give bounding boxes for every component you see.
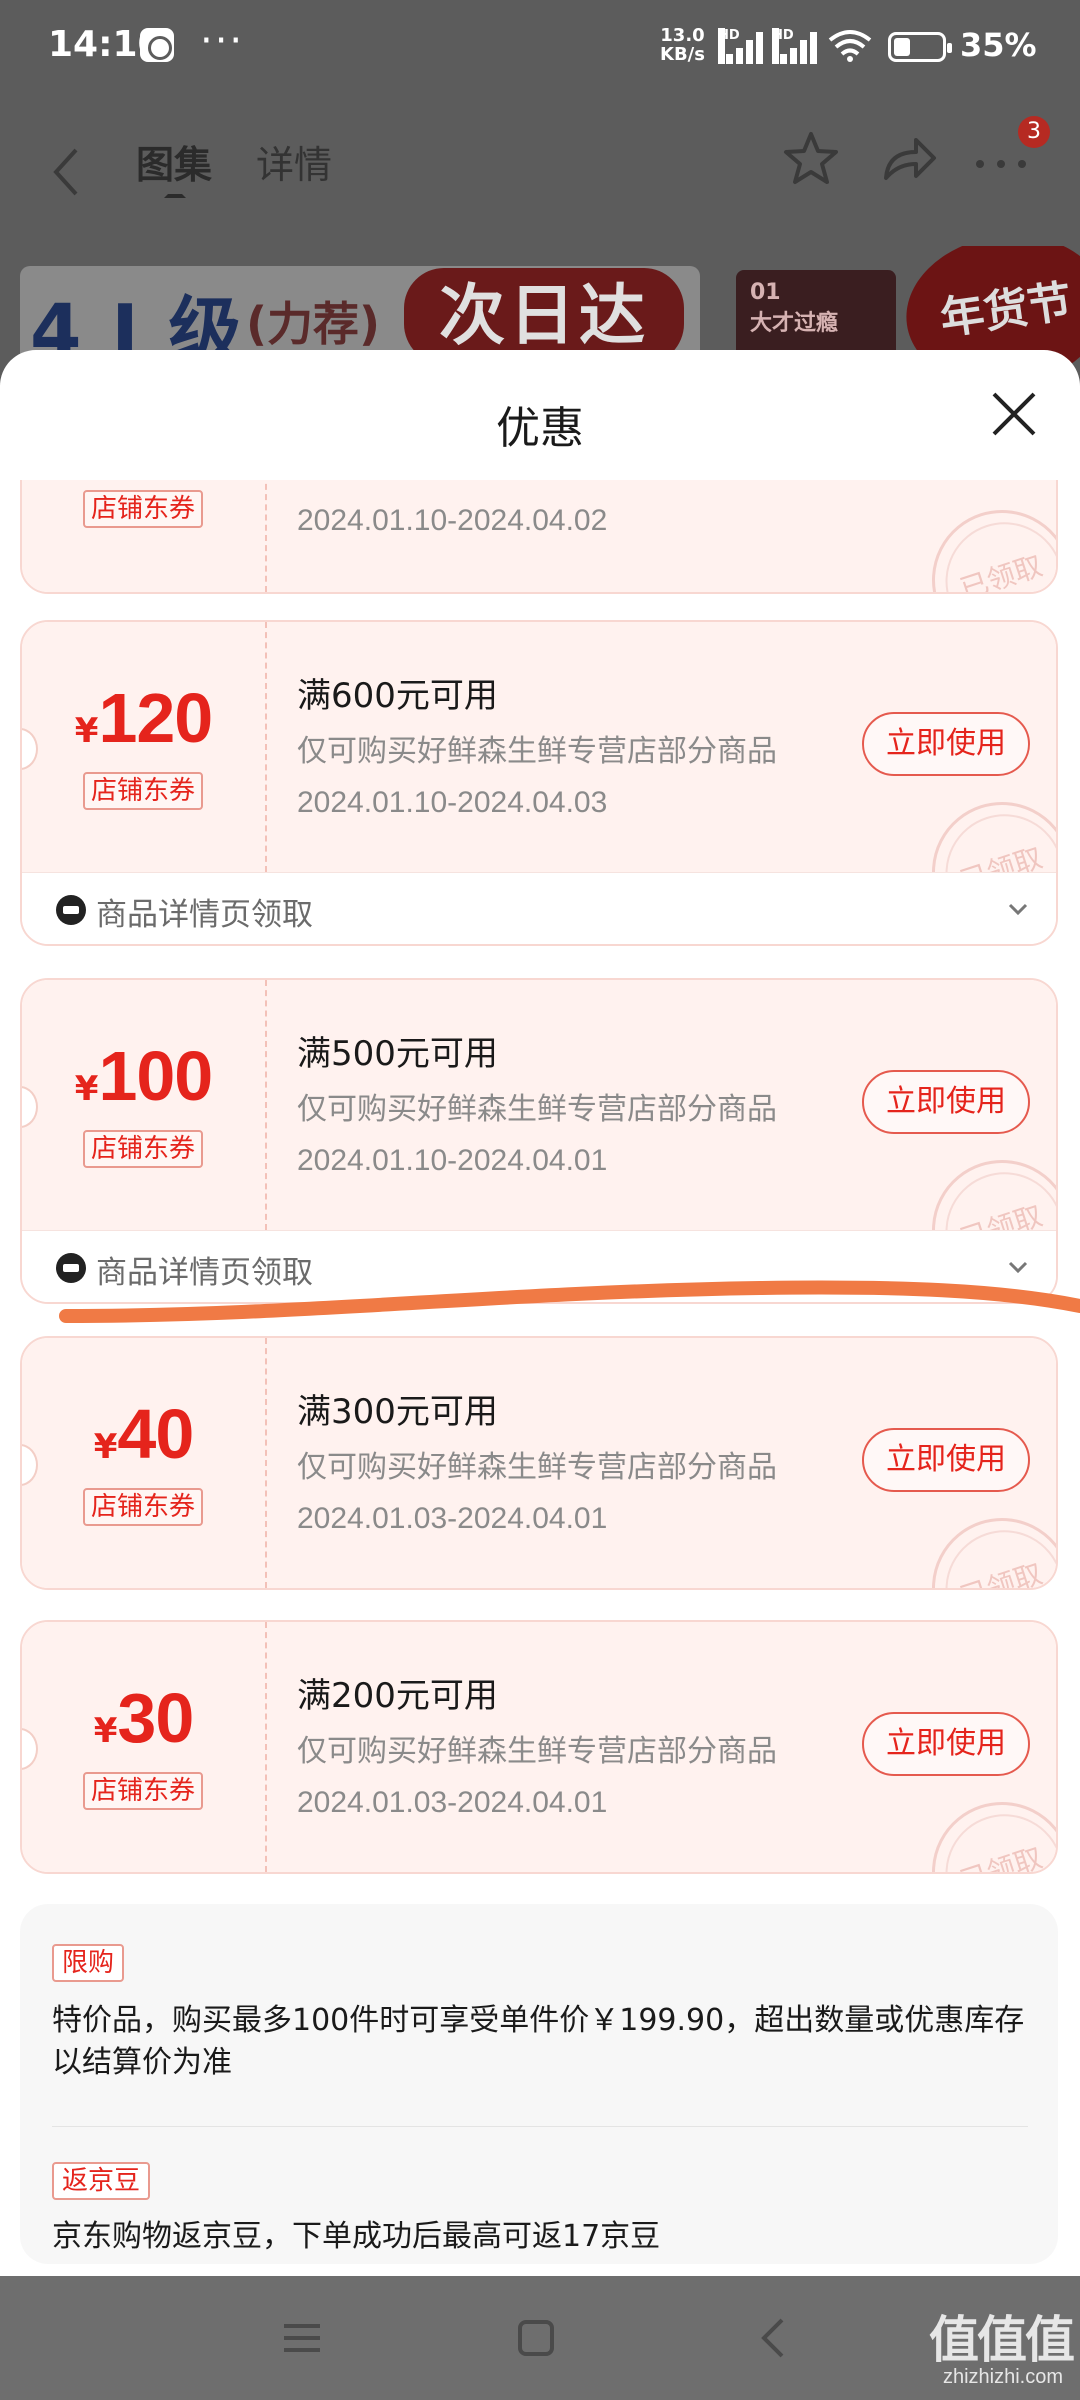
network-speed-unit: KB/s [660, 44, 705, 65]
menu-icon[interactable] [274, 2310, 330, 2366]
use-now-button[interactable]: 立即使用 [862, 1712, 1030, 1776]
promo-info-card: 限购 特价品，购买最多100件时可享受单件价￥199.90，超出数量或优惠库存以… [20, 1904, 1058, 2264]
coupon-condition: 满600元可用 [297, 676, 498, 716]
favorite-star-icon[interactable] [776, 124, 846, 194]
sheet-title: 优惠 [496, 403, 584, 454]
alarm-clock-icon [140, 28, 174, 62]
network-speed-value: 13.0 [660, 25, 705, 46]
tab-active-indicator [164, 188, 186, 198]
coupon-card: ¥30 店铺东券 满200元可用 仅可购买好鲜森生鲜专营店部分商品 2024.0… [20, 1620, 1058, 1874]
currency-symbol: ¥ [74, 1069, 99, 1109]
coupon-date: 2024.01.03-2024.04.01 [297, 1502, 608, 1535]
watermark-logo: 值值值 [929, 2311, 1075, 2369]
hd-label-1: HD [718, 28, 740, 64]
currency-symbol: ¥ [93, 1427, 118, 1467]
home-icon[interactable] [508, 2310, 564, 2366]
coupon-date: 2024.01.03-2024.04.01 [297, 1786, 608, 1819]
chevron-down-icon[interactable] [1006, 897, 1030, 921]
ticket-icon [56, 895, 86, 925]
more-notifications-icon: ··· [200, 18, 245, 64]
coupon-divider [265, 480, 267, 592]
close-icon[interactable] [984, 384, 1044, 444]
share-icon[interactable] [872, 124, 942, 194]
cell-signal-2-icon: HD [772, 28, 818, 64]
coupon-condition: 满200元可用 [297, 1676, 498, 1716]
back-arrow-icon[interactable] [40, 132, 94, 212]
coupon-date: 2024.01.10-2024.04.03 [297, 786, 608, 819]
limit-text: 特价品，购买最多100件时可享受单件价￥199.90，超出数量或优惠库存以结算价… [52, 2003, 1025, 2080]
coupon-scope: 仅可购买好鲜森生鲜专营店部分商品 [297, 1734, 777, 1769]
coupon-scope: 仅可购买好鲜森生鲜专营店部分商品 [297, 1450, 777, 1485]
cell-signal-1-icon: HD [718, 28, 764, 64]
bean-tag: 返京豆 [52, 2162, 151, 2200]
currency-symbol: ¥ [74, 711, 99, 751]
use-now-button[interactable]: 立即使用 [862, 1428, 1030, 1492]
info-divider [52, 2126, 1028, 2127]
coupon-amount: ¥40 [22, 1394, 265, 1474]
coupon-card: 店铺东券 2024.01.10-2024.04.02 已领取 [20, 480, 1058, 594]
banner-right-number: 01 [750, 280, 781, 305]
discount-sheet: 优惠 店铺东券 2024.01.10-2024.04.02 已领取 ¥120 店… [0, 350, 1080, 2276]
coupon-scope: 仅可购买好鲜森生鲜专营店部分商品 [297, 734, 777, 769]
amount-value: 100 [98, 1037, 213, 1115]
banner-recommend-text: (力荐) [246, 297, 381, 351]
coupon-list[interactable]: 店铺东券 2024.01.10-2024.04.02 已领取 ¥120 店铺东券… [0, 480, 1080, 2276]
battery-percent: 35% [960, 26, 1037, 64]
use-now-button[interactable]: 立即使用 [862, 1070, 1030, 1134]
coupon-source-text: 商品详情页领取 [96, 897, 313, 933]
tab-details[interactable]: 详情 [256, 134, 332, 189]
banner-right-text: 大才过瘾 [750, 311, 839, 336]
chevron-down-icon[interactable] [1006, 1255, 1030, 1279]
annotation-stroke [59, 1280, 1080, 1323]
amount-value: 40 [117, 1395, 194, 1473]
coupon-card: ¥40 店铺东券 满300元可用 仅可购买好鲜森生鲜专营店部分商品 2024.0… [20, 1336, 1058, 1590]
ticket-icon [56, 1253, 86, 1283]
hd-label-2: HD [772, 28, 794, 64]
coupon-amount: ¥100 [22, 1036, 265, 1116]
coupon-source-row[interactable]: 商品详情页领取 [22, 872, 1056, 944]
coupon-card: ¥120 店铺东券 满600元可用 仅可购买好鲜森生鲜专营店部分商品 2024.… [20, 620, 1058, 946]
amount-value: 120 [98, 679, 213, 757]
coupon-condition: 满500元可用 [297, 1034, 498, 1074]
notification-badge: 3 [1018, 116, 1050, 148]
coupon-condition: 满300元可用 [297, 1392, 498, 1432]
product-nav-bar: 图集 详情 3 [0, 96, 1080, 246]
coupon-scope: 仅可购买好鲜森生鲜专营店部分商品 [297, 1092, 777, 1127]
system-nav-bar [0, 2276, 1080, 2400]
coupon-type-tag: 店铺东券 [83, 772, 203, 810]
coupon-divider [265, 1622, 267, 1872]
back-icon[interactable] [746, 2310, 802, 2366]
coupon-amount: ¥120 [22, 678, 265, 758]
tab-gallery[interactable]: 图集 [136, 134, 212, 189]
wifi-icon [828, 30, 872, 62]
limit-tag: 限购 [52, 1944, 125, 1982]
coupon-divider [265, 622, 267, 872]
coupon-type-tag: 店铺东券 [83, 1772, 203, 1810]
coupon-divider [265, 980, 267, 1230]
coupon-card: ¥100 店铺东券 满500元可用 仅可购买好鲜森生鲜专营店部分商品 2024.… [20, 978, 1058, 1304]
coupon-type-tag: 店铺东券 [83, 1130, 203, 1168]
watermark-url: zhizhizhi.com [942, 2366, 1064, 2388]
use-now-button[interactable]: 立即使用 [862, 712, 1030, 776]
bean-text: 京东购物返京豆，下单成功后最高可返17京豆 [52, 2219, 661, 2254]
currency-symbol: ¥ [93, 1711, 118, 1751]
amount-value: 30 [117, 1679, 194, 1757]
status-bar: 14:10 ··· 13.0 KB/s HD HD 35% [0, 0, 1080, 96]
coupon-type-tag: 店铺东券 [83, 1488, 203, 1526]
coupon-type-tag: 店铺东券 [83, 490, 203, 528]
coupon-date: 2024.01.10-2024.04.01 [297, 1144, 608, 1177]
coupon-divider [265, 1338, 267, 1588]
network-speed: 13.0 KB/s [660, 26, 705, 64]
coupon-amount: ¥30 [22, 1678, 265, 1758]
battery-icon [888, 32, 952, 62]
coupon-date: 2024.01.10-2024.04.02 [297, 504, 608, 537]
